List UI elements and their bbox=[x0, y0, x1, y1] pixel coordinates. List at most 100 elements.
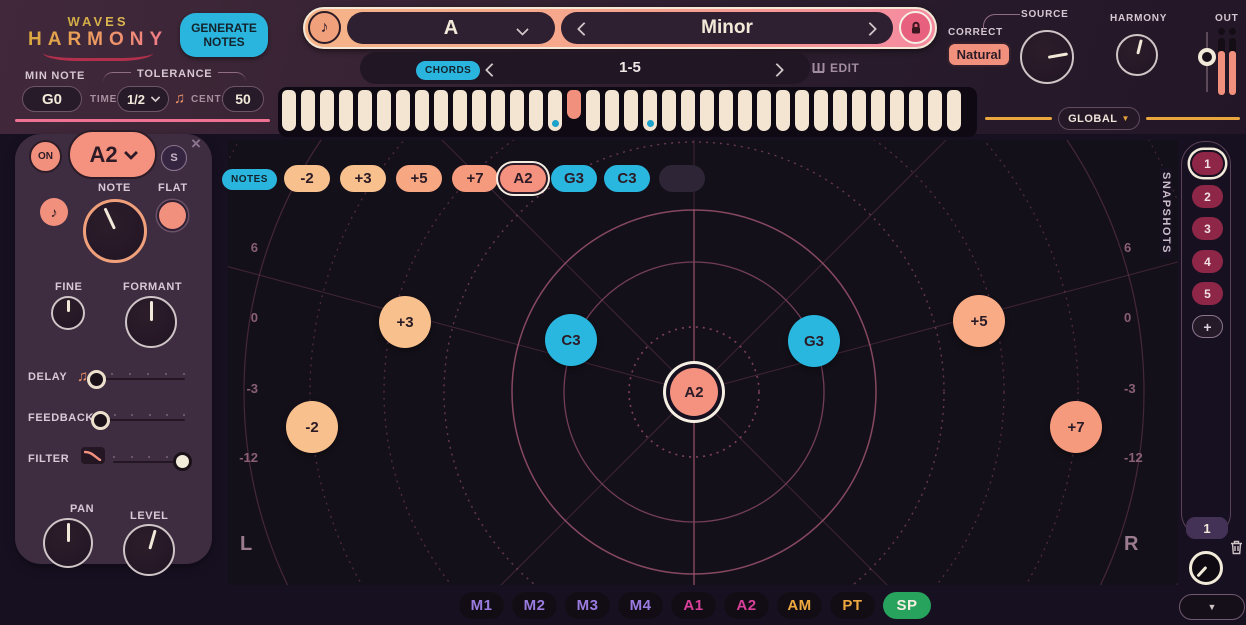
piano-key[interactable] bbox=[624, 90, 638, 131]
voice-note-dropdown[interactable]: A2 bbox=[68, 130, 157, 179]
voice-on-button[interactable]: ON bbox=[29, 140, 62, 173]
close-icon[interactable]: × bbox=[191, 134, 201, 154]
snapshot-3[interactable]: 3 bbox=[1192, 217, 1223, 240]
snapshot-5[interactable]: 5 bbox=[1192, 282, 1223, 305]
global-dropdown[interactable]: GLOBAL ▼ bbox=[1058, 107, 1140, 130]
key-dropdown[interactable]: A bbox=[347, 12, 555, 44]
piano-key[interactable] bbox=[852, 90, 866, 131]
flat-button[interactable] bbox=[159, 202, 186, 229]
formant-knob[interactable] bbox=[125, 296, 177, 348]
note-chip-+5[interactable]: +5 bbox=[396, 165, 442, 192]
fine-knob[interactable] bbox=[51, 296, 85, 330]
harmony-node-+5[interactable]: +5 bbox=[953, 295, 1005, 347]
delay-slider-track[interactable] bbox=[93, 373, 185, 380]
snapshot-2[interactable]: 2 bbox=[1192, 185, 1223, 208]
piano-key[interactable] bbox=[472, 90, 486, 131]
tab-a1[interactable]: A1 bbox=[671, 592, 716, 619]
piano-key[interactable] bbox=[396, 90, 410, 131]
piano-key[interactable] bbox=[795, 90, 809, 131]
tab-a2[interactable]: A2 bbox=[724, 592, 769, 619]
piano-key[interactable] bbox=[453, 90, 467, 131]
piano-key[interactable] bbox=[757, 90, 771, 131]
harmony-node-G3[interactable]: G3 bbox=[788, 315, 840, 367]
piano-key[interactable] bbox=[738, 90, 752, 131]
piano-key-active[interactable] bbox=[567, 90, 581, 119]
note-knob[interactable] bbox=[83, 199, 147, 263]
piano-key[interactable] bbox=[605, 90, 619, 131]
piano-key[interactable] bbox=[662, 90, 676, 131]
piano-key[interactable] bbox=[358, 90, 372, 131]
piano-key[interactable] bbox=[339, 90, 353, 131]
piano-key[interactable] bbox=[928, 90, 942, 131]
generate-notes-button[interactable]: GENERATE NOTES bbox=[180, 13, 268, 57]
snapshot-1[interactable]: 1 bbox=[1192, 152, 1223, 175]
piano-key[interactable] bbox=[434, 90, 448, 131]
note-chip-A2-selected[interactable]: A2 bbox=[500, 165, 546, 192]
harmony-node-C3[interactable]: C3 bbox=[545, 314, 597, 366]
feedback-slider-handle[interactable] bbox=[91, 411, 110, 430]
scale-prev-icon[interactable] bbox=[576, 21, 592, 37]
note-chip-+7[interactable]: +7 bbox=[452, 165, 498, 192]
piano-key[interactable] bbox=[871, 90, 885, 131]
harmony-node-A2[interactable]: A2 bbox=[670, 368, 718, 416]
piano-key[interactable] bbox=[586, 90, 600, 131]
edit-button[interactable]: EDIT bbox=[812, 61, 859, 75]
piano-key[interactable] bbox=[282, 90, 296, 131]
piano-key[interactable] bbox=[301, 90, 315, 131]
tab-m4[interactable]: M4 bbox=[618, 592, 663, 619]
tab-am[interactable]: AM bbox=[777, 592, 822, 619]
tab-sp[interactable]: SP bbox=[883, 592, 931, 619]
trash-icon[interactable] bbox=[1230, 540, 1243, 555]
tab-m3[interactable]: M3 bbox=[565, 592, 610, 619]
piano-key[interactable] bbox=[681, 90, 695, 131]
level-knob[interactable] bbox=[123, 524, 175, 576]
harmony-knob[interactable] bbox=[1116, 34, 1158, 76]
snapshot-add-button[interactable]: + bbox=[1192, 315, 1223, 338]
piano-key[interactable] bbox=[529, 90, 543, 131]
note-chip-G3[interactable]: G3 bbox=[551, 165, 597, 192]
collapse-button[interactable]: ▼ bbox=[1179, 594, 1245, 620]
piano-key[interactable] bbox=[377, 90, 391, 131]
piano-key[interactable] bbox=[947, 90, 961, 131]
piano-key[interactable] bbox=[415, 90, 429, 131]
note-chip-+3[interactable]: +3 bbox=[340, 165, 386, 192]
harmony-node-+3[interactable]: +3 bbox=[379, 296, 431, 348]
snapshot-morph-knob[interactable] bbox=[1189, 551, 1223, 585]
filter-slider-handle[interactable] bbox=[173, 452, 192, 471]
piano-key[interactable] bbox=[491, 90, 505, 131]
piano-key[interactable] bbox=[643, 90, 657, 131]
note-chip-C3[interactable]: C3 bbox=[604, 165, 650, 192]
piano-key[interactable] bbox=[890, 90, 904, 131]
treble-clef-icon[interactable]: ♪ bbox=[40, 198, 68, 226]
filter-curve-icon[interactable] bbox=[81, 447, 105, 464]
piano-key[interactable] bbox=[833, 90, 847, 131]
solo-button[interactable]: S bbox=[161, 145, 187, 171]
cents-value[interactable]: 50 bbox=[222, 86, 264, 112]
piano-key[interactable] bbox=[909, 90, 923, 131]
piano-key[interactable] bbox=[320, 90, 334, 131]
piano-key[interactable] bbox=[700, 90, 714, 131]
harmony-node-+7[interactable]: +7 bbox=[1050, 401, 1102, 453]
piano-key[interactable] bbox=[510, 90, 524, 131]
min-note-value[interactable]: G0 bbox=[22, 86, 82, 112]
note-chip-empty[interactable] bbox=[659, 165, 705, 192]
tab-pt[interactable]: PT bbox=[830, 592, 875, 619]
piano-key[interactable] bbox=[548, 90, 562, 131]
snapshot-4[interactable]: 4 bbox=[1192, 250, 1223, 273]
piano-key[interactable] bbox=[776, 90, 790, 131]
tab-m1[interactable]: M1 bbox=[459, 592, 504, 619]
feedback-slider-track[interactable] bbox=[97, 414, 185, 421]
piano-key[interactable] bbox=[814, 90, 828, 131]
out-slider-handle[interactable] bbox=[1198, 48, 1216, 66]
time-dropdown[interactable]: 1/2 bbox=[117, 86, 169, 112]
scale-next-icon[interactable] bbox=[862, 21, 878, 37]
tab-m2[interactable]: M2 bbox=[512, 592, 557, 619]
lock-button[interactable] bbox=[899, 11, 932, 44]
harmony-node--2[interactable]: -2 bbox=[286, 401, 338, 453]
source-knob[interactable] bbox=[1020, 30, 1074, 84]
piano-key[interactable] bbox=[719, 90, 733, 131]
correct-natural-button[interactable]: Natural bbox=[947, 42, 1011, 67]
pan-knob[interactable] bbox=[43, 518, 93, 568]
treble-clef-icon[interactable]: ♪ bbox=[308, 11, 341, 44]
delay-slider-handle[interactable] bbox=[87, 370, 106, 389]
